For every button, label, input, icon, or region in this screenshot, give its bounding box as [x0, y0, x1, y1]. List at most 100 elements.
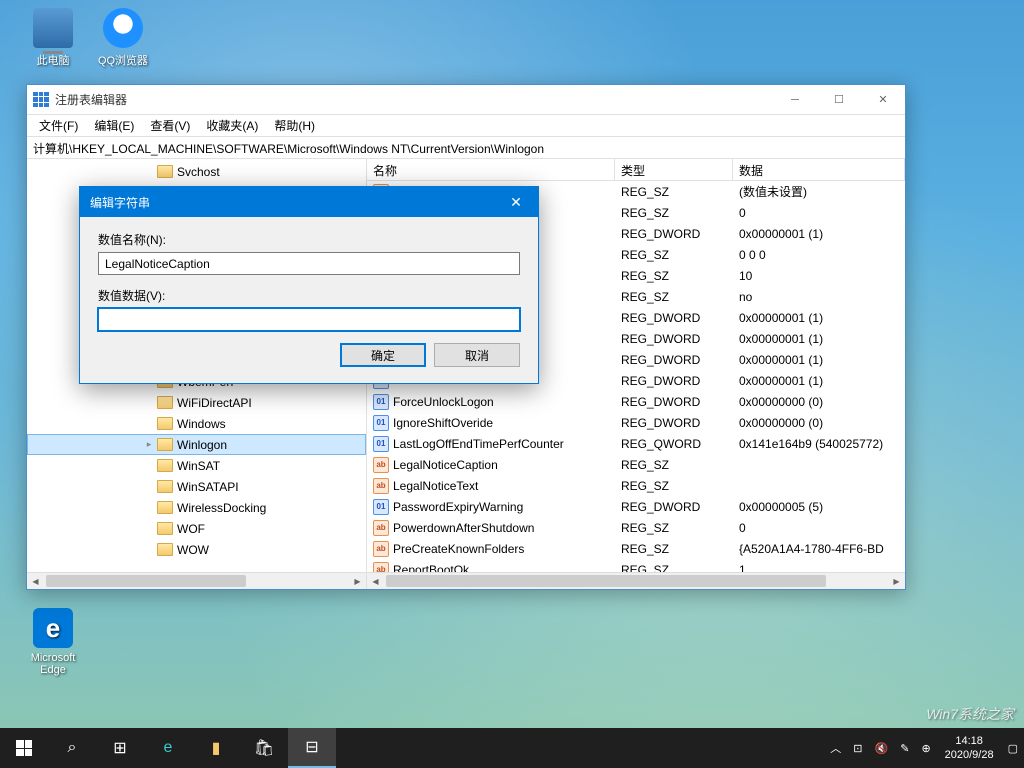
tray-network-icon[interactable]: ⊡ — [847, 728, 868, 768]
tree-toggle-icon[interactable] — [143, 481, 155, 493]
tree-toggle-icon[interactable] — [143, 397, 155, 409]
value-string-icon: ab — [373, 520, 389, 536]
menu-favorites[interactable]: 收藏夹(A) — [198, 115, 266, 136]
value-dword-icon: 01 — [373, 394, 389, 410]
value-type: REG_QWORD — [615, 437, 733, 451]
tree-scrollbar-h[interactable]: ◀ ▶ — [27, 572, 366, 589]
scroll-left-icon[interactable]: ◀ — [367, 573, 384, 589]
titlebar[interactable]: 注册表编辑器 ─ ☐ ✕ — [27, 85, 905, 115]
desktop-icon-label: Microsoft Edge — [18, 652, 88, 676]
menu-file[interactable]: 文件(F) — [31, 115, 86, 136]
list-scrollbar-h[interactable]: ◀ ▶ — [367, 572, 905, 589]
value-data-input[interactable] — [98, 308, 520, 331]
clock-date: 2020/9/28 — [945, 748, 994, 762]
taskbar-store[interactable]: 🛍 — [240, 728, 288, 768]
tray-ime-icon[interactable]: ✎ — [894, 728, 915, 768]
menu-edit[interactable]: 编辑(E) — [86, 115, 142, 136]
folder-icon — [157, 396, 173, 409]
folder-icon — [157, 165, 173, 178]
tree-toggle-icon[interactable] — [143, 502, 155, 514]
tree-toggle-icon[interactable] — [143, 544, 155, 556]
watermark-text: Win7系统之家 — [926, 704, 1014, 724]
tree-toggle-icon[interactable] — [143, 166, 155, 178]
close-button[interactable]: ✕ — [861, 85, 905, 114]
value-data: no — [733, 290, 905, 304]
menu-view[interactable]: 查看(V) — [142, 115, 198, 136]
search-button[interactable]: ⌕ — [48, 728, 96, 768]
value-name: IgnoreShiftOveride — [393, 416, 493, 430]
value-data: 0x00000000 (0) — [733, 395, 905, 409]
column-type[interactable]: 类型 — [615, 159, 733, 180]
start-button[interactable] — [0, 728, 48, 768]
tree-item[interactable]: WOF — [27, 518, 366, 539]
value-name: LastLogOffEndTimePerfCounter — [393, 437, 564, 451]
value-data: 0x00000001 (1) — [733, 374, 905, 388]
tree-item[interactable]: Svchost — [27, 161, 366, 182]
value-data: 1 — [733, 563, 905, 573]
menu-help[interactable]: 帮助(H) — [266, 115, 323, 136]
taskbar-edge[interactable]: e — [144, 728, 192, 768]
address-bar[interactable]: 计算机\HKEY_LOCAL_MACHINE\SOFTWARE\Microsof… — [27, 137, 905, 159]
taskview-button[interactable]: ⊞ — [96, 728, 144, 768]
notifications-button[interactable]: ▢ — [1002, 728, 1024, 768]
list-row[interactable]: abLegalNoticeTextREG_SZ — [367, 475, 905, 496]
list-row[interactable]: abPowerdownAfterShutdownREG_SZ0 — [367, 517, 905, 538]
tree-item[interactable]: WiFiDirectAPI — [27, 392, 366, 413]
column-name[interactable]: 名称 — [367, 159, 615, 180]
value-type: REG_SZ — [615, 248, 733, 262]
maximize-button[interactable]: ☐ — [817, 85, 861, 114]
tree-item[interactable]: ▸Winlogon — [27, 434, 366, 455]
value-name: PowerdownAfterShutdown — [393, 521, 534, 535]
list-row[interactable]: abPreCreateKnownFoldersREG_SZ{A520A1A4-1… — [367, 538, 905, 559]
value-type: REG_SZ — [615, 563, 733, 573]
list-row[interactable]: 01LastLogOffEndTimePerfCounterREG_QWORD0… — [367, 433, 905, 454]
tree-toggle-icon[interactable] — [143, 460, 155, 472]
tray-chevron-up-icon[interactable]: ︿ — [824, 728, 847, 768]
folder-icon — [157, 438, 173, 451]
minimize-button[interactable]: ─ — [773, 85, 817, 114]
menubar: 文件(F) 编辑(E) 查看(V) 收藏夹(A) 帮助(H) — [27, 115, 905, 137]
list-row[interactable]: abLegalNoticeCaptionREG_SZ — [367, 454, 905, 475]
desktop-icon-label: 此电脑 — [18, 52, 88, 68]
desktop-icon-edge[interactable]: e Microsoft Edge — [18, 608, 88, 676]
tree-item-label: WinSAT — [177, 459, 220, 473]
list-row[interactable]: 01PasswordExpiryWarningREG_DWORD0x000000… — [367, 496, 905, 517]
value-name: ForceUnlockLogon — [393, 395, 494, 409]
tree-toggle-icon[interactable] — [143, 523, 155, 535]
tree-item[interactable]: Windows — [27, 413, 366, 434]
tray-defender-icon[interactable]: ⊕ — [915, 728, 936, 768]
scroll-right-icon[interactable]: ▶ — [349, 573, 366, 589]
column-data[interactable]: 数据 — [733, 159, 905, 180]
scroll-right-icon[interactable]: ▶ — [888, 573, 905, 589]
regedit-icon — [33, 92, 49, 108]
value-type: REG_DWORD — [615, 353, 733, 367]
value-data: 0 — [733, 206, 905, 220]
cancel-button[interactable]: 取消 — [434, 343, 520, 367]
value-string-icon: ab — [373, 478, 389, 494]
list-row[interactable]: abReportBootOkREG_SZ1 — [367, 559, 905, 572]
value-name-input[interactable] — [98, 252, 520, 275]
folder-icon — [157, 459, 173, 472]
tree-item[interactable]: WinSAT — [27, 455, 366, 476]
value-type: REG_DWORD — [615, 374, 733, 388]
tree-toggle-icon[interactable]: ▸ — [143, 439, 155, 451]
tree-item[interactable]: WirelessDocking — [27, 497, 366, 518]
scroll-left-icon[interactable]: ◀ — [27, 573, 44, 589]
dialog-titlebar[interactable]: 编辑字符串 ✕ — [80, 187, 538, 217]
taskbar-regedit[interactable]: ⊟ — [288, 728, 336, 768]
ok-button[interactable]: 确定 — [340, 343, 426, 367]
tray-volume-icon[interactable]: 🔇 — [869, 728, 895, 768]
list-row[interactable]: 01ForceUnlockLogonREG_DWORD0x00000000 (0… — [367, 391, 905, 412]
tree-item[interactable]: WOW — [27, 539, 366, 560]
edit-string-dialog: 编辑字符串 ✕ 数值名称(N): 数值数据(V): 确定 取消 — [79, 186, 539, 384]
tree-toggle-icon[interactable] — [143, 418, 155, 430]
clock[interactable]: 14:18 2020/9/28 — [937, 734, 1002, 763]
taskbar-explorer[interactable]: ▮ — [192, 728, 240, 768]
value-name: ReportBootOk — [393, 563, 469, 573]
dialog-close-button[interactable]: ✕ — [494, 187, 538, 217]
desktop-icon-this-pc[interactable]: 此电脑 — [18, 8, 88, 68]
value-type: REG_DWORD — [615, 332, 733, 346]
list-row[interactable]: 01IgnoreShiftOverideREG_DWORD0x00000000 … — [367, 412, 905, 433]
desktop-icon-qq-browser[interactable]: QQ浏览器 — [88, 8, 158, 68]
tree-item[interactable]: WinSATAPI — [27, 476, 366, 497]
